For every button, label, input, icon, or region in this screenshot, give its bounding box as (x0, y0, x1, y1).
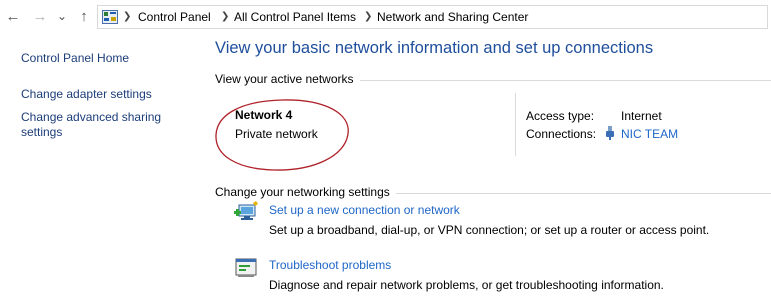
back-arrow-icon[interactable]: ← (4, 7, 22, 27)
networking-settings-heading: Change your networking settings (215, 185, 396, 199)
troubleshoot-link[interactable]: Troubleshoot problems (269, 258, 391, 272)
breadcrumb-separator-icon[interactable]: ❯ (364, 6, 372, 28)
setup-connection-description: Set up a broadband, dial-up, or VPN conn… (269, 223, 710, 237)
breadcrumb-separator-icon[interactable]: ❯ (123, 6, 131, 28)
troubleshoot-icon (235, 258, 257, 277)
sidebar-item-change-advanced-sharing-cont[interactable]: settings (21, 125, 62, 140)
address-box[interactable]: ❯ Control Panel ❯ All Control Panel Item… (97, 5, 768, 29)
chevron-down-icon[interactable]: ⌄ (55, 6, 69, 26)
connection-link-nic-team[interactable]: NIC TEAM (621, 127, 678, 141)
active-networks-heading: View your active networks (215, 72, 360, 86)
forward-arrow-icon[interactable]: → (31, 7, 49, 27)
access-type-label: Access type: (526, 109, 595, 123)
breadcrumb-all-items[interactable]: All Control Panel Items (234, 6, 356, 28)
sidebar-item-control-panel-home[interactable]: Control Panel Home (21, 51, 129, 66)
address-bar: ← → ⌄ ↑ ❯ Control Panel ❯ All Control Pa… (0, 0, 771, 36)
breadcrumb-separator-icon[interactable]: ❯ (221, 6, 229, 28)
breadcrumb-network-sharing-center[interactable]: Network and Sharing Center (377, 6, 528, 28)
sidebar-item-change-adapter-settings[interactable]: Change adapter settings (21, 87, 152, 102)
breadcrumb-control-panel[interactable]: Control Panel (138, 6, 211, 28)
troubleshoot-description: Diagnose and repair network problems, or… (269, 278, 664, 292)
access-type-value: Internet (621, 109, 662, 123)
annotation-circle (215, 99, 349, 171)
page-title: View your basic network information and … (215, 39, 654, 57)
network-sharing-center-window: ← → ⌄ ↑ ❯ Control Panel ❯ All Control Pa… (0, 0, 771, 303)
new-connection-icon (234, 201, 258, 220)
sidebar-item-change-advanced-sharing[interactable]: Change advanced sharing (21, 110, 161, 125)
connections-label: Connections: (526, 127, 597, 141)
control-panel-icon (102, 10, 118, 24)
column-divider (515, 93, 516, 156)
ethernet-icon (606, 126, 614, 140)
setup-connection-link[interactable]: Set up a new connection or network (269, 203, 460, 217)
up-arrow-icon[interactable]: ↑ (75, 7, 93, 27)
